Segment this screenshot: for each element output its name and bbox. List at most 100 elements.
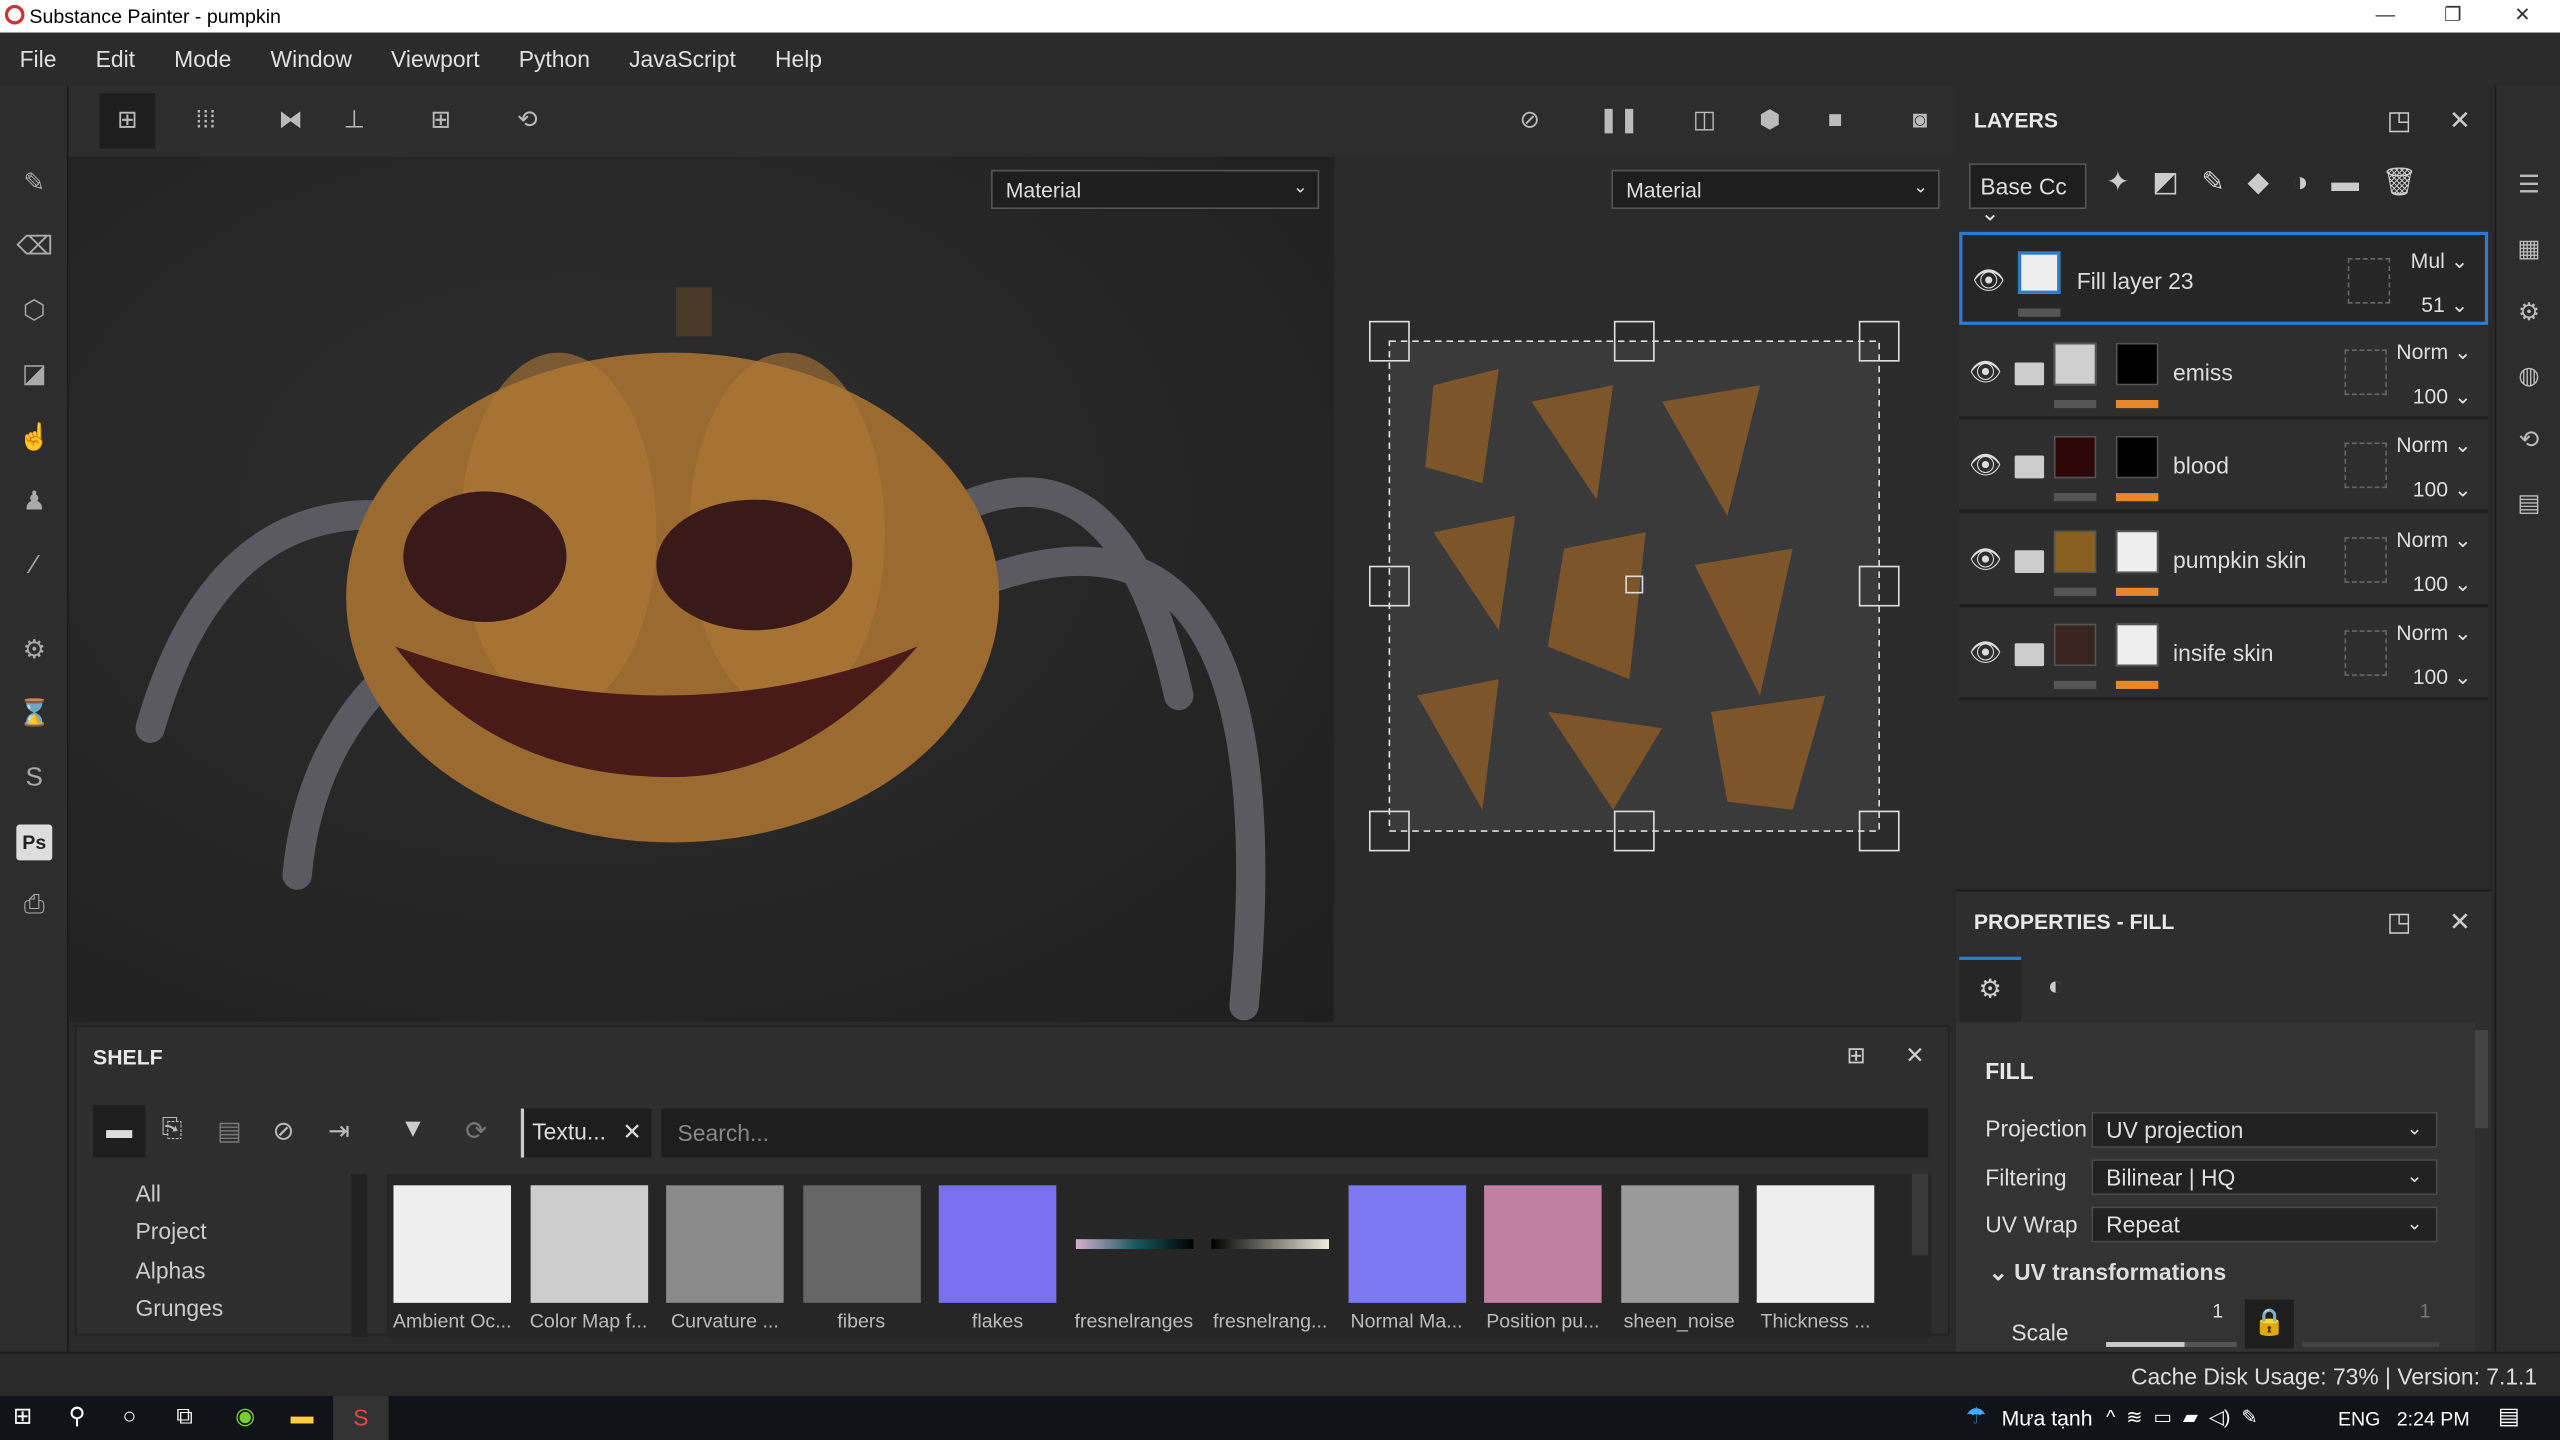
mask-thumbnail[interactable] <box>2115 623 2159 667</box>
filter-icon[interactable]: ▼ <box>400 1115 426 1144</box>
layer-row[interactable]: 👁 Fill layer 23 Mul ⌄ 51 ⌄ <box>1959 231 2489 325</box>
maximize-icon[interactable]: ⊞ <box>1847 1042 1866 1070</box>
menu-file[interactable]: File <box>20 46 57 72</box>
camera-icon[interactable]: ■ <box>1816 101 1855 140</box>
screenshot-icon[interactable]: ◙ <box>1900 101 1939 140</box>
search-icon[interactable]: ⚲ <box>69 1402 86 1430</box>
substance-painter-taskbar-icon[interactable]: S <box>333 1395 389 1440</box>
layer-effect-slot[interactable] <box>2344 536 2387 583</box>
shelf-item-thumbnail[interactable] <box>666 1185 784 1303</box>
clock[interactable]: 2:24 PM <box>2397 1407 2470 1430</box>
viewport-mode-dropdown-2d[interactable]: Material ⌄ <box>1611 169 1940 209</box>
substance-icon[interactable]: S <box>16 761 52 797</box>
layer-effect-slot[interactable] <box>2347 257 2391 304</box>
layers-dock-icon[interactable]: ☰ <box>2513 170 2546 203</box>
export-icon[interactable]: ⎙ <box>16 888 52 924</box>
eraser-icon[interactable]: ⌫ <box>16 230 53 266</box>
reset-icon[interactable]: ⟲ <box>508 101 547 140</box>
blend-mode-dropdown[interactable]: Norm ⌄ <box>2396 527 2472 553</box>
visibility-eye-icon[interactable]: 👁 <box>1969 449 2002 482</box>
projection-dropdown[interactable]: UV projection ⌄ <box>2091 1111 2438 1148</box>
select-mode-icon[interactable]: ⊞ <box>99 93 156 149</box>
opacity-dropdown[interactable]: 51 ⌄ <box>2421 292 2468 318</box>
layer-row[interactable]: 👁 emiss Norm ⌄ 100 ⌄ <box>1959 325 2489 419</box>
hide-icon[interactable]: ⊘ <box>273 1115 295 1148</box>
visibility-eye-icon[interactable]: 👁 <box>1969 637 2002 670</box>
shelf-item-thumbnail[interactable] <box>1620 1185 1738 1303</box>
float-panel-icon[interactable]: ◳ <box>2387 104 2412 137</box>
shelf-item-thumbnail[interactable] <box>1347 1185 1466 1303</box>
notifications-icon[interactable]: ▤ <box>2498 1402 2520 1430</box>
new-shelf-icon[interactable]: ⎘ <box>162 1115 183 1144</box>
tab-material[interactable]: ◐ <box>2024 957 2086 1022</box>
mirror-x-icon[interactable]: ⧓ <box>271 101 310 140</box>
bake-icon[interactable]: ⚙ <box>16 633 52 669</box>
shelf-item-thumbnail[interactable] <box>393 1185 512 1303</box>
category-scrollbar[interactable] <box>351 1173 368 1338</box>
cortana-icon[interactable]: ○ <box>122 1402 136 1428</box>
menu-python[interactable]: Python <box>519 46 590 72</box>
mask-thumbnail[interactable] <box>2115 435 2159 479</box>
color-picker-icon[interactable]: ⁄ <box>16 549 52 585</box>
menu-help[interactable]: Help <box>775 46 822 72</box>
layer-row[interactable]: 👁 blood Norm ⌄ 100 ⌄ <box>1959 419 2489 513</box>
3d-viewport[interactable]: Material ⌄ <box>68 156 1334 1023</box>
grid-icon[interactable]: ⁞⁞⁞ <box>186 101 225 140</box>
add-paint-layer-icon[interactable]: ✎ <box>2201 167 2247 198</box>
shelf-item-thumbnail[interactable] <box>938 1185 1057 1303</box>
close-icon[interactable]: ✕ <box>2449 104 2471 137</box>
channel-dropdown[interactable]: Base Cc ⌄ <box>1968 163 2087 225</box>
blend-mode-dropdown[interactable]: Norm ⌄ <box>2396 433 2472 459</box>
opacity-dropdown[interactable]: 100 ⌄ <box>2413 664 2472 690</box>
shelf-scrollbar[interactable] <box>1911 1173 1929 1256</box>
menu-edit[interactable]: Edit <box>96 46 135 72</box>
add-icon[interactable]: ⊞ <box>421 101 460 140</box>
layer-row[interactable]: 👁 pumpkin skin Norm ⌄ 100 ⌄ <box>1959 513 2489 607</box>
visibility-eye-icon[interactable]: 👁 <box>1972 264 2005 297</box>
close-icon[interactable]: ✕ <box>2449 906 2471 939</box>
clone-stamp-icon[interactable]: ♟ <box>16 485 52 521</box>
layer-effect-slot[interactable] <box>2344 630 2387 676</box>
category-grunges[interactable]: Grunges <box>136 1295 224 1321</box>
folder-icon[interactable]: ▬ <box>93 1105 146 1158</box>
shelf-search-input[interactable]: Search... <box>661 1108 1929 1158</box>
close-icon[interactable]: ✕ <box>1905 1042 1924 1070</box>
hide-uv-icon[interactable]: ⊘ <box>1510 101 1549 140</box>
layer-effect-slot[interactable] <box>2344 348 2387 395</box>
visibility-eye-icon[interactable]: 👁 <box>1969 543 2002 576</box>
delete-icon[interactable]: 🗑 <box>2382 167 2440 198</box>
photoshop-icon[interactable]: Ps <box>16 824 53 861</box>
opacity-dropdown[interactable]: 100 ⌄ <box>2413 477 2472 503</box>
menu-viewport[interactable]: Viewport <box>391 46 480 72</box>
add-mask-icon[interactable]: ◩ <box>2152 167 2201 198</box>
log-icon[interactable]: ▤ <box>2513 488 2546 521</box>
texture-set-icon[interactable]: ▦ <box>2513 233 2546 266</box>
refresh-icon[interactable]: ⟳ <box>465 1115 487 1148</box>
tray-icons[interactable]: ^ ≋ ▭ ▰ ◁) ✎ <box>2106 1406 2258 1429</box>
smudge-icon[interactable]: ☝ <box>16 421 52 457</box>
paint-brush-icon[interactable]: ✎ <box>16 167 52 203</box>
shelf-item-thumbnail[interactable] <box>1075 1239 1193 1249</box>
uvwrap-dropdown[interactable]: Repeat ⌄ <box>2091 1206 2438 1243</box>
shelf-item-thumbnail[interactable] <box>1756 1185 1875 1303</box>
category-alphas[interactable]: Alphas <box>136 1257 206 1283</box>
tab-fill-settings[interactable]: ⚙ <box>1959 956 2022 1023</box>
pause-icon[interactable]: ❚❚ <box>1598 101 1639 140</box>
language-indicator[interactable]: ENG <box>2338 1407 2380 1430</box>
lock-icon[interactable]: 🔒 <box>2244 1299 2294 1349</box>
import-icon[interactable]: ⇥ <box>328 1115 350 1148</box>
category-all[interactable]: All <box>136 1180 161 1206</box>
add-effect-icon[interactable]: ✦ <box>2106 167 2152 198</box>
settings-icon[interactable]: ⚙ <box>2513 297 2546 330</box>
visibility-eye-icon[interactable]: 👁 <box>1969 355 2002 388</box>
chrome-icon[interactable]: ◉ <box>235 1402 255 1430</box>
properties-scrollbar[interactable] <box>2475 1030 2489 1129</box>
scale-u-slider[interactable] <box>2106 1342 2237 1347</box>
split-view-icon[interactable]: ◫ <box>1685 101 1724 140</box>
shelf-item-thumbnail[interactable] <box>1484 1185 1602 1303</box>
minimize-button[interactable]: — <box>2376 3 2396 26</box>
scale-v-slider[interactable] <box>2302 1342 2440 1347</box>
mask-thumbnail[interactable] <box>2115 342 2159 385</box>
blend-mode-dropdown[interactable]: Norm ⌄ <box>2396 620 2472 646</box>
close-button[interactable]: ✕ <box>2514 3 2530 26</box>
